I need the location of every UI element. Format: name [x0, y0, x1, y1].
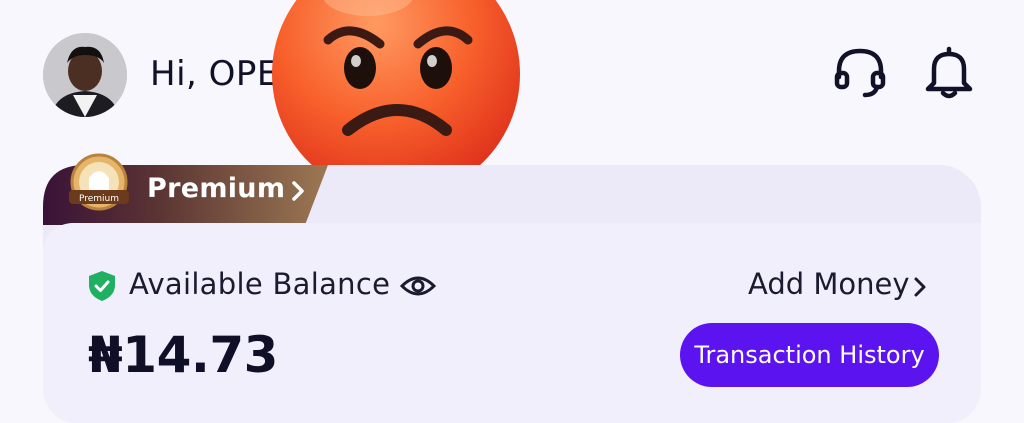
greeting-text: Hi, OPE	[150, 54, 279, 94]
balance-amount: ₦14.73	[88, 326, 278, 384]
transaction-history-button[interactable]: Transaction History	[680, 323, 939, 387]
headset-icon[interactable]	[831, 43, 889, 101]
shield-check-icon	[88, 270, 116, 302]
medal-text: Premium	[79, 194, 119, 204]
avatar[interactable]	[43, 33, 127, 117]
premium-label: Premium	[147, 173, 286, 204]
chevron-right-icon[interactable]	[913, 276, 927, 298]
bell-icon[interactable]	[920, 43, 978, 101]
chevron-right-icon	[290, 178, 306, 204]
add-money-link[interactable]: Add Money	[748, 267, 910, 301]
eye-icon[interactable]	[399, 272, 437, 300]
premium-medal-icon: Premium	[63, 150, 135, 222]
available-balance-label: Available Balance	[129, 267, 391, 301]
